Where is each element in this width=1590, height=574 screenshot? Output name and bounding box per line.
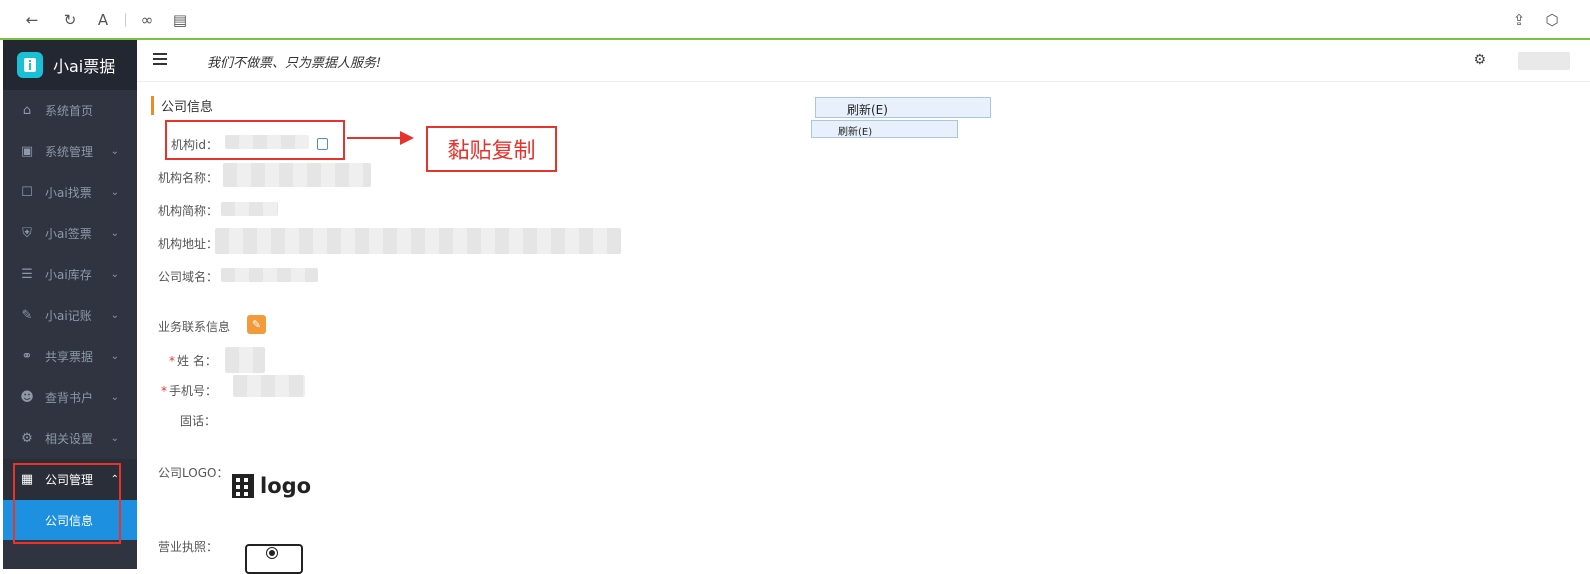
- company-logo[interactable]: logo: [232, 474, 311, 498]
- chevron-down-icon: ⌄: [110, 310, 119, 321]
- sidebar-item-accounting[interactable]: ✎ 小ai记账 ⌄: [3, 295, 137, 336]
- sidebar-item-label: 查背书户: [45, 391, 94, 405]
- org-short-value: [221, 202, 278, 216]
- sidebar-item-label: 相关设置: [45, 432, 94, 446]
- app-name: 小ai票据: [53, 57, 116, 76]
- annotation-label: 黏贴复制: [426, 126, 557, 172]
- org-name-value: [223, 163, 371, 187]
- sidebar-header: 小ai票据: [3, 40, 137, 90]
- org-name-label: 机构名称：: [158, 171, 219, 185]
- shield-icon: ⛨: [22, 226, 32, 241]
- refresh-icon[interactable]: ↻: [60, 10, 80, 30]
- sidebar-item-label: 小ai记账: [45, 309, 92, 323]
- sidebar-item-system[interactable]: ▣ 系统管理 ⌄: [3, 131, 137, 172]
- name-value: [225, 347, 265, 373]
- name-label: 姓 名：: [177, 354, 217, 368]
- logo-text: logo: [260, 474, 312, 498]
- phone-row: * 手机号：: [161, 382, 217, 399]
- refresh-menu-item-1[interactable]: 刷新(E): [815, 97, 991, 118]
- annotation-arrow: [347, 137, 403, 139]
- sidebar-highlight-box: [13, 463, 121, 544]
- sidebar-item-shared-bills[interactable]: ⚭ 共享票据 ⌄: [3, 336, 137, 377]
- slogan: 我们不做票、只为票据人服务!: [207, 56, 382, 71]
- monitor-icon: ▣: [20, 144, 34, 159]
- list-icon: ☰: [21, 267, 33, 282]
- chevron-down-icon: ⌄: [110, 187, 119, 198]
- app-logo-icon: [17, 52, 43, 78]
- annotation-arrow-head: [400, 131, 414, 145]
- browser-toolbar: ← ↻ A ∞ ▤ ⇪ ⬡: [0, 0, 1590, 40]
- edit-icon: ✎: [21, 308, 33, 323]
- sidebar-item-label: 系统首页: [45, 104, 94, 118]
- chevron-down-icon: ⌄: [110, 269, 119, 280]
- license-label: 营业执照：: [158, 540, 219, 554]
- sidebar-item-home[interactable]: ⌂ 系统首页: [3, 90, 137, 131]
- phone-value: [233, 375, 305, 397]
- required-mark: *: [161, 384, 167, 398]
- domain-label: 公司域名：: [158, 270, 219, 284]
- search-doc-icon: ☐: [21, 185, 33, 200]
- domain-value: [221, 268, 318, 282]
- gear-icon: ⚙: [21, 431, 33, 446]
- license-image[interactable]: [245, 544, 303, 574]
- sidebar-item-label: 小ai找票: [45, 186, 92, 200]
- top-header: 我们不做票、只为票据人服务! ⚙: [137, 40, 1590, 82]
- edit-contact-button[interactable]: ✎: [247, 315, 266, 334]
- sidebar-item-find-bill[interactable]: ☐ 小ai找票 ⌄: [3, 172, 137, 213]
- settings-gear-icon[interactable]: ⚙: [1473, 52, 1486, 68]
- chevron-down-icon: ⌄: [110, 228, 119, 239]
- sidebar-item-sign-bill[interactable]: ⛨ 小ai签票 ⌄: [3, 213, 137, 254]
- name-row: * 姓 名：: [169, 352, 217, 369]
- menu-toggle-icon[interactable]: [153, 53, 167, 65]
- refresh-menu-item-2[interactable]: 刷新(E): [811, 120, 958, 138]
- font-icon[interactable]: A: [93, 10, 113, 30]
- share-nodes-icon: ⚭: [21, 349, 33, 364]
- phone-label: 手机号：: [169, 384, 218, 398]
- cube-icon[interactable]: ⬡: [1542, 10, 1562, 30]
- sidebar-item-label: 系统管理: [45, 145, 94, 159]
- sidebar-item-endorser[interactable]: ☻ 查背书户 ⌄: [3, 377, 137, 418]
- required-mark: *: [169, 354, 175, 368]
- logo-label: 公司LOGO：: [158, 466, 229, 480]
- org-short-label: 机构简称：: [158, 204, 219, 218]
- window-icon[interactable]: ▤: [170, 10, 190, 30]
- user-icon: ☻: [20, 390, 34, 405]
- sidebar-item-inventory[interactable]: ☰ 小ai库存 ⌄: [3, 254, 137, 295]
- share-icon[interactable]: ⇪: [1509, 10, 1529, 30]
- sidebar-item-label: 小ai签票: [45, 227, 92, 241]
- chevron-down-icon: ⌄: [110, 433, 119, 444]
- back-icon[interactable]: ←: [22, 10, 42, 30]
- section-title: 公司信息: [151, 96, 213, 115]
- main-content: 公司信息 机构id： 机构名称： 机构简称： 机构地址： 公司域名： 业务联系信…: [137, 82, 1590, 574]
- org-address-label: 机构地址：: [158, 237, 219, 251]
- org-address-value: [215, 228, 621, 254]
- org-id-highlight-box: [165, 120, 345, 160]
- sidebar-item-label: 小ai库存: [45, 268, 92, 282]
- chevron-down-icon: ⌄: [110, 351, 119, 362]
- sidebar-item-settings[interactable]: ⚙ 相关设置 ⌄: [3, 418, 137, 459]
- toolbar-divider: [125, 13, 126, 27]
- sidebar-item-label: 共享票据: [45, 350, 94, 364]
- user-avatar[interactable]: [1518, 52, 1570, 70]
- home-icon: ⌂: [22, 103, 32, 118]
- chevron-down-icon: ⌄: [110, 146, 119, 157]
- contact-title: 业务联系信息: [158, 320, 231, 334]
- building-logo-icon: [232, 474, 254, 498]
- tel-label: 固话：: [180, 414, 217, 428]
- chevron-down-icon: ⌄: [110, 392, 119, 403]
- link-icon[interactable]: ∞: [137, 10, 157, 30]
